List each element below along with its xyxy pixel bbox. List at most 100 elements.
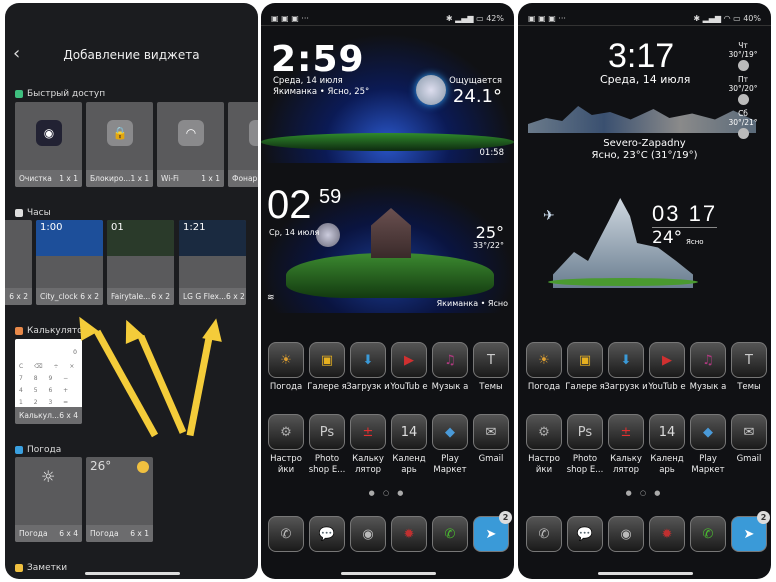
app-label[interactable]: Photo shop E... <box>563 454 607 476</box>
dock-whatsapp-icon[interactable]: ✆ <box>690 516 726 552</box>
app-icon-youtube[interactable]: ▶ <box>391 342 427 378</box>
app-label[interactable]: Gmail <box>469 454 513 465</box>
app-label[interactable]: Настро йки <box>522 454 566 476</box>
widget-card[interactable]: 0C ⌫ ÷ × 7 8 9 − 4 5 6 + 1 2 3 = Калькул.… <box>15 339 82 424</box>
app-icon-музыка[interactable]: ♫ <box>690 342 726 378</box>
app-icon-photoshope...[interactable]: Ps <box>567 414 603 450</box>
widget-card[interactable]: 🔒 Блокиро... 1 x 1 <box>86 102 153 187</box>
forecast-day: Сб 30°/21° <box>723 109 763 139</box>
app-icon-photoshope...[interactable]: Ps <box>309 414 345 450</box>
widget-card[interactable]: ▮ Фонар <box>228 102 258 187</box>
widget-card[interactable]: 1:00 City_clock 6 x 2 <box>36 220 103 305</box>
app-label[interactable]: Play Маркет <box>686 454 730 476</box>
dock-phone-icon[interactable]: ✆ <box>268 516 304 552</box>
widget-card[interactable]: 26° Погода 6 x 1 <box>86 457 153 542</box>
home-indicator[interactable] <box>598 572 693 575</box>
temp-range: 33°/22° <box>472 241 504 250</box>
widget-card[interactable]: ☼ Погода 6 x 4 <box>15 457 82 542</box>
app-icon-gmail[interactable]: ✉ <box>473 414 509 450</box>
dock-messages-icon[interactable]: 💬 <box>567 516 603 552</box>
dock-camera-icon[interactable]: ◉ <box>608 516 644 552</box>
app-label[interactable]: Кальку лятор <box>346 454 390 476</box>
app-label[interactable]: Календ арь <box>645 454 689 476</box>
app-icon-галерея[interactable]: ▣ <box>309 342 345 378</box>
sun-icon: ☼ <box>41 467 56 486</box>
widget-card-label: Блокиро... 1 x 1 <box>86 170 153 187</box>
app-icon-настройки[interactable]: ⚙ <box>526 414 562 450</box>
signal-icon: ✱ ▂▄▆ ▭ <box>445 13 487 23</box>
app-icon-календарь[interactable]: 14 <box>391 414 427 450</box>
app-label[interactable]: Темы <box>469 382 513 393</box>
app-label[interactable]: Темы <box>727 382 771 393</box>
cleaner-icon: ◉ <box>36 120 62 146</box>
widget-size: 6 x 2 <box>80 292 99 301</box>
dock-phone-icon[interactable]: ✆ <box>526 516 562 552</box>
clock-time: 03 17 <box>652 201 718 228</box>
widget-card[interactable]: ...6 x 2 <box>5 220 32 305</box>
app-icon-калькулятор[interactable]: ± <box>350 414 386 450</box>
home-indicator[interactable] <box>85 572 180 575</box>
widget-card[interactable]: 1:21 LG G Flex... 6 x 2 <box>179 220 246 305</box>
temp-text: 24° <box>652 228 683 248</box>
widget-size: 6 x 1 <box>130 529 149 538</box>
app-icon-youtube[interactable]: ▶ <box>649 342 685 378</box>
dock-browser-icon[interactable]: ✹ <box>649 516 685 552</box>
widget-card-label: Фонар <box>228 170 258 187</box>
app-icon-калькулятор[interactable]: ± <box>608 414 644 450</box>
dock-messages-icon[interactable]: 💬 <box>309 516 345 552</box>
widget-size: 6 x 2 <box>226 292 245 301</box>
app-icon-темы[interactable]: T <box>473 342 509 378</box>
page-indicator[interactable]: ● ○ ● <box>518 489 771 497</box>
page-indicator[interactable]: ● ○ ● <box>261 489 514 497</box>
app-label[interactable]: Настро йки <box>264 454 308 476</box>
widget-name: City_clock <box>40 292 78 301</box>
widget-card-label: LG G Flex... 6 x 2 <box>179 288 246 305</box>
app-icon-погода[interactable]: ☀ <box>526 342 562 378</box>
app-icon-темы[interactable]: T <box>731 342 767 378</box>
temp-text: 25° <box>475 223 504 242</box>
app-label[interactable]: Галере я <box>563 382 607 393</box>
app-label[interactable]: Календ арь <box>387 454 431 476</box>
forecast-temp: 30°/21° <box>728 118 758 127</box>
app-label[interactable]: Погода <box>264 382 308 393</box>
app-icon-playмаркет[interactable]: ◆ <box>432 414 468 450</box>
widget-card[interactable]: 01 Fairytale... 6 x 2 <box>107 220 174 305</box>
app-label[interactable]: Музык а <box>428 382 472 393</box>
app-icon-playмаркет[interactable]: ◆ <box>690 414 726 450</box>
app-label[interactable]: Play Маркет <box>428 454 472 476</box>
location-text: Якиманка • Ясно <box>436 299 508 308</box>
page-title: Добавление виджета <box>63 48 200 62</box>
app-label[interactable]: YouTub e <box>387 382 431 393</box>
app-icon-погода[interactable]: ☀ <box>268 342 304 378</box>
dock-browser-icon[interactable]: ✹ <box>391 516 427 552</box>
app-label[interactable]: Погода <box>522 382 566 393</box>
app-label[interactable]: Загрузк и <box>346 382 390 393</box>
city-clock-widget[interactable]: 3:17 Среда, 14 июля Severo-Zapadny Ясно,… <box>518 33 771 173</box>
widget-name: Погода <box>90 529 119 538</box>
home-indicator[interactable] <box>341 572 436 575</box>
app-label[interactable]: Gmail <box>727 454 771 465</box>
fairytale-widget-1[interactable]: 2:59 Среда, 14 июля Якиманка • Ясно, 25°… <box>261 33 514 163</box>
app-icon-календарь[interactable]: 14 <box>649 414 685 450</box>
app-icon-gmail[interactable]: ✉ <box>731 414 767 450</box>
dock-whatsapp-icon[interactable]: ✆ <box>432 516 468 552</box>
app-icon-загрузки[interactable]: ⬇ <box>608 342 644 378</box>
city-weather-widget[interactable]: ✈ 03 17 24° Ясно <box>518 188 771 298</box>
widget-card[interactable]: ◉ Очистка 1 x 1 <box>15 102 82 187</box>
app-label[interactable]: Галере я <box>305 382 349 393</box>
widget-card[interactable]: ◠ Wi-Fi 1 x 1 <box>157 102 224 187</box>
app-label[interactable]: Photo shop E... <box>305 454 349 476</box>
app-icon-музыка[interactable]: ♫ <box>432 342 468 378</box>
app-label[interactable]: Музык а <box>686 382 730 393</box>
widget-name: Калькул... <box>19 411 60 420</box>
app-label[interactable]: Загрузк и <box>604 382 648 393</box>
app-label[interactable]: YouTub e <box>645 382 689 393</box>
home-screen-fairytale: ▣ ▣ ▣ ··· ✱ ▂▄▆ ▭ 42% 2:59 Среда, 14 июля… <box>261 3 514 579</box>
app-label[interactable]: Кальку лятор <box>604 454 648 476</box>
app-icon-настройки[interactable]: ⚙ <box>268 414 304 450</box>
app-icon-галерея[interactable]: ▣ <box>567 342 603 378</box>
fairytale-widget-2[interactable]: 02 59 Ср, 14 июля 25° 33°/22° ≋ Якиманка… <box>261 183 514 313</box>
dock-camera-icon[interactable]: ◉ <box>350 516 386 552</box>
widget-card-label: ...6 x 2 <box>5 288 32 305</box>
app-icon-загрузки[interactable]: ⬇ <box>350 342 386 378</box>
